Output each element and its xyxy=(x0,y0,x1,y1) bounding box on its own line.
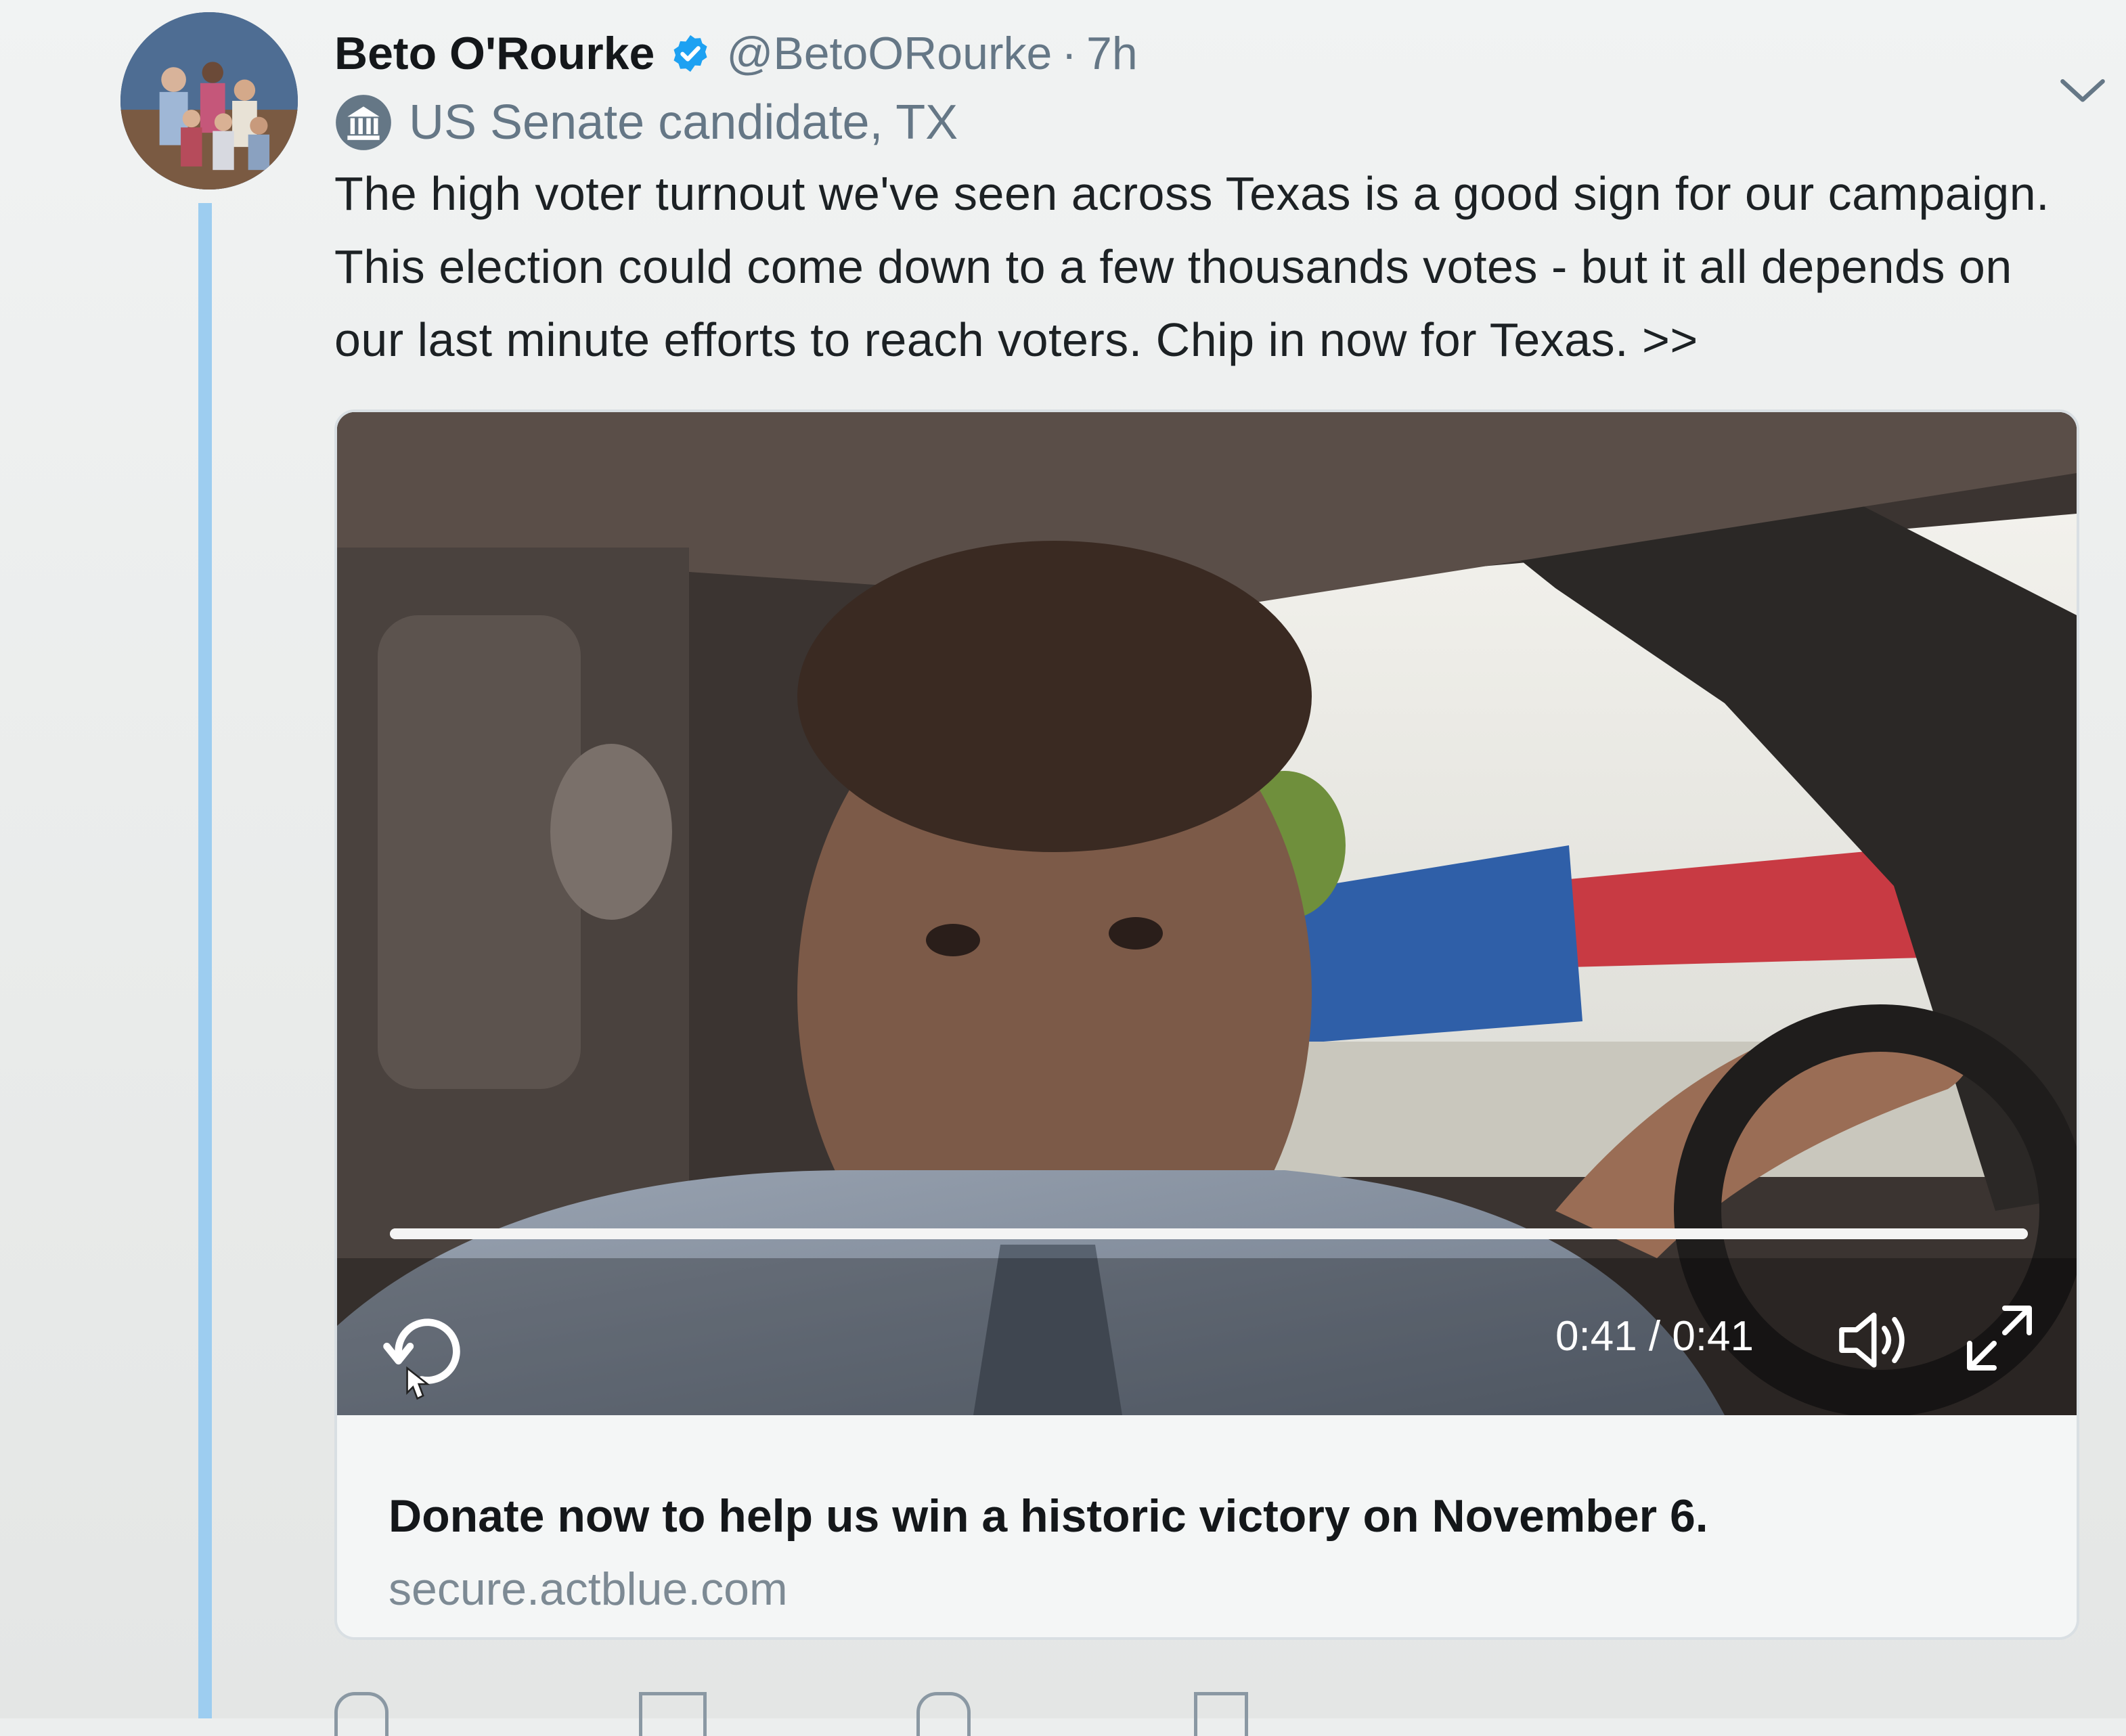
verified-badge-icon xyxy=(673,35,707,72)
reply-icon[interactable] xyxy=(334,1692,389,1736)
volume-icon[interactable] xyxy=(1833,1303,1921,1377)
video-frame xyxy=(337,412,2077,1415)
card-info[interactable]: Donate now to help us win a historic vic… xyxy=(337,1415,2077,1637)
fullscreen-icon[interactable] xyxy=(1959,1297,2040,1379)
tweet-header: Beto O'Rourke @BetoORourke · 7h xyxy=(334,16,1138,91)
retweet-icon[interactable] xyxy=(639,1692,707,1736)
video-progress-track[interactable] xyxy=(390,1228,2028,1239)
replay-icon[interactable] xyxy=(378,1303,466,1404)
card-domain[interactable]: secure.actblue.com xyxy=(389,1563,788,1616)
tweet-actions xyxy=(334,1685,1282,1736)
account-label[interactable]: US Senate candidate, TX xyxy=(334,85,958,160)
avatar-photo xyxy=(120,12,298,190)
video-player[interactable]: 0:41 / 0:41 xyxy=(337,412,2077,1415)
video-progress-fill xyxy=(390,1228,2028,1239)
chevron-down-icon[interactable] xyxy=(2058,74,2108,108)
tweet-time[interactable]: 7h xyxy=(1086,27,1138,80)
video-time-readout: 0:41 / 0:41 xyxy=(1555,1313,1754,1360)
separator-dot: · xyxy=(1061,28,1078,79)
account-label-text: US Senate candidate, TX xyxy=(409,95,958,150)
screen: Beto O'Rourke @BetoORourke · 7h US Senat… xyxy=(0,0,2126,1736)
government-building-icon xyxy=(336,95,391,150)
link-card[interactable]: 0:41 / 0:41 Donate now to help us win a … xyxy=(334,409,2079,1640)
avatar[interactable] xyxy=(120,12,298,190)
like-icon[interactable] xyxy=(916,1692,971,1736)
author-handle[interactable]: @BetoORourke xyxy=(726,27,1052,80)
thread-line xyxy=(198,203,212,1718)
card-title[interactable]: Donate now to help us win a historic vic… xyxy=(389,1490,1708,1542)
author-name[interactable]: Beto O'Rourke xyxy=(334,27,655,80)
tweet-text: The high voter turnout we've seen across… xyxy=(334,167,2050,366)
direct-message-icon[interactable] xyxy=(1194,1692,1248,1736)
